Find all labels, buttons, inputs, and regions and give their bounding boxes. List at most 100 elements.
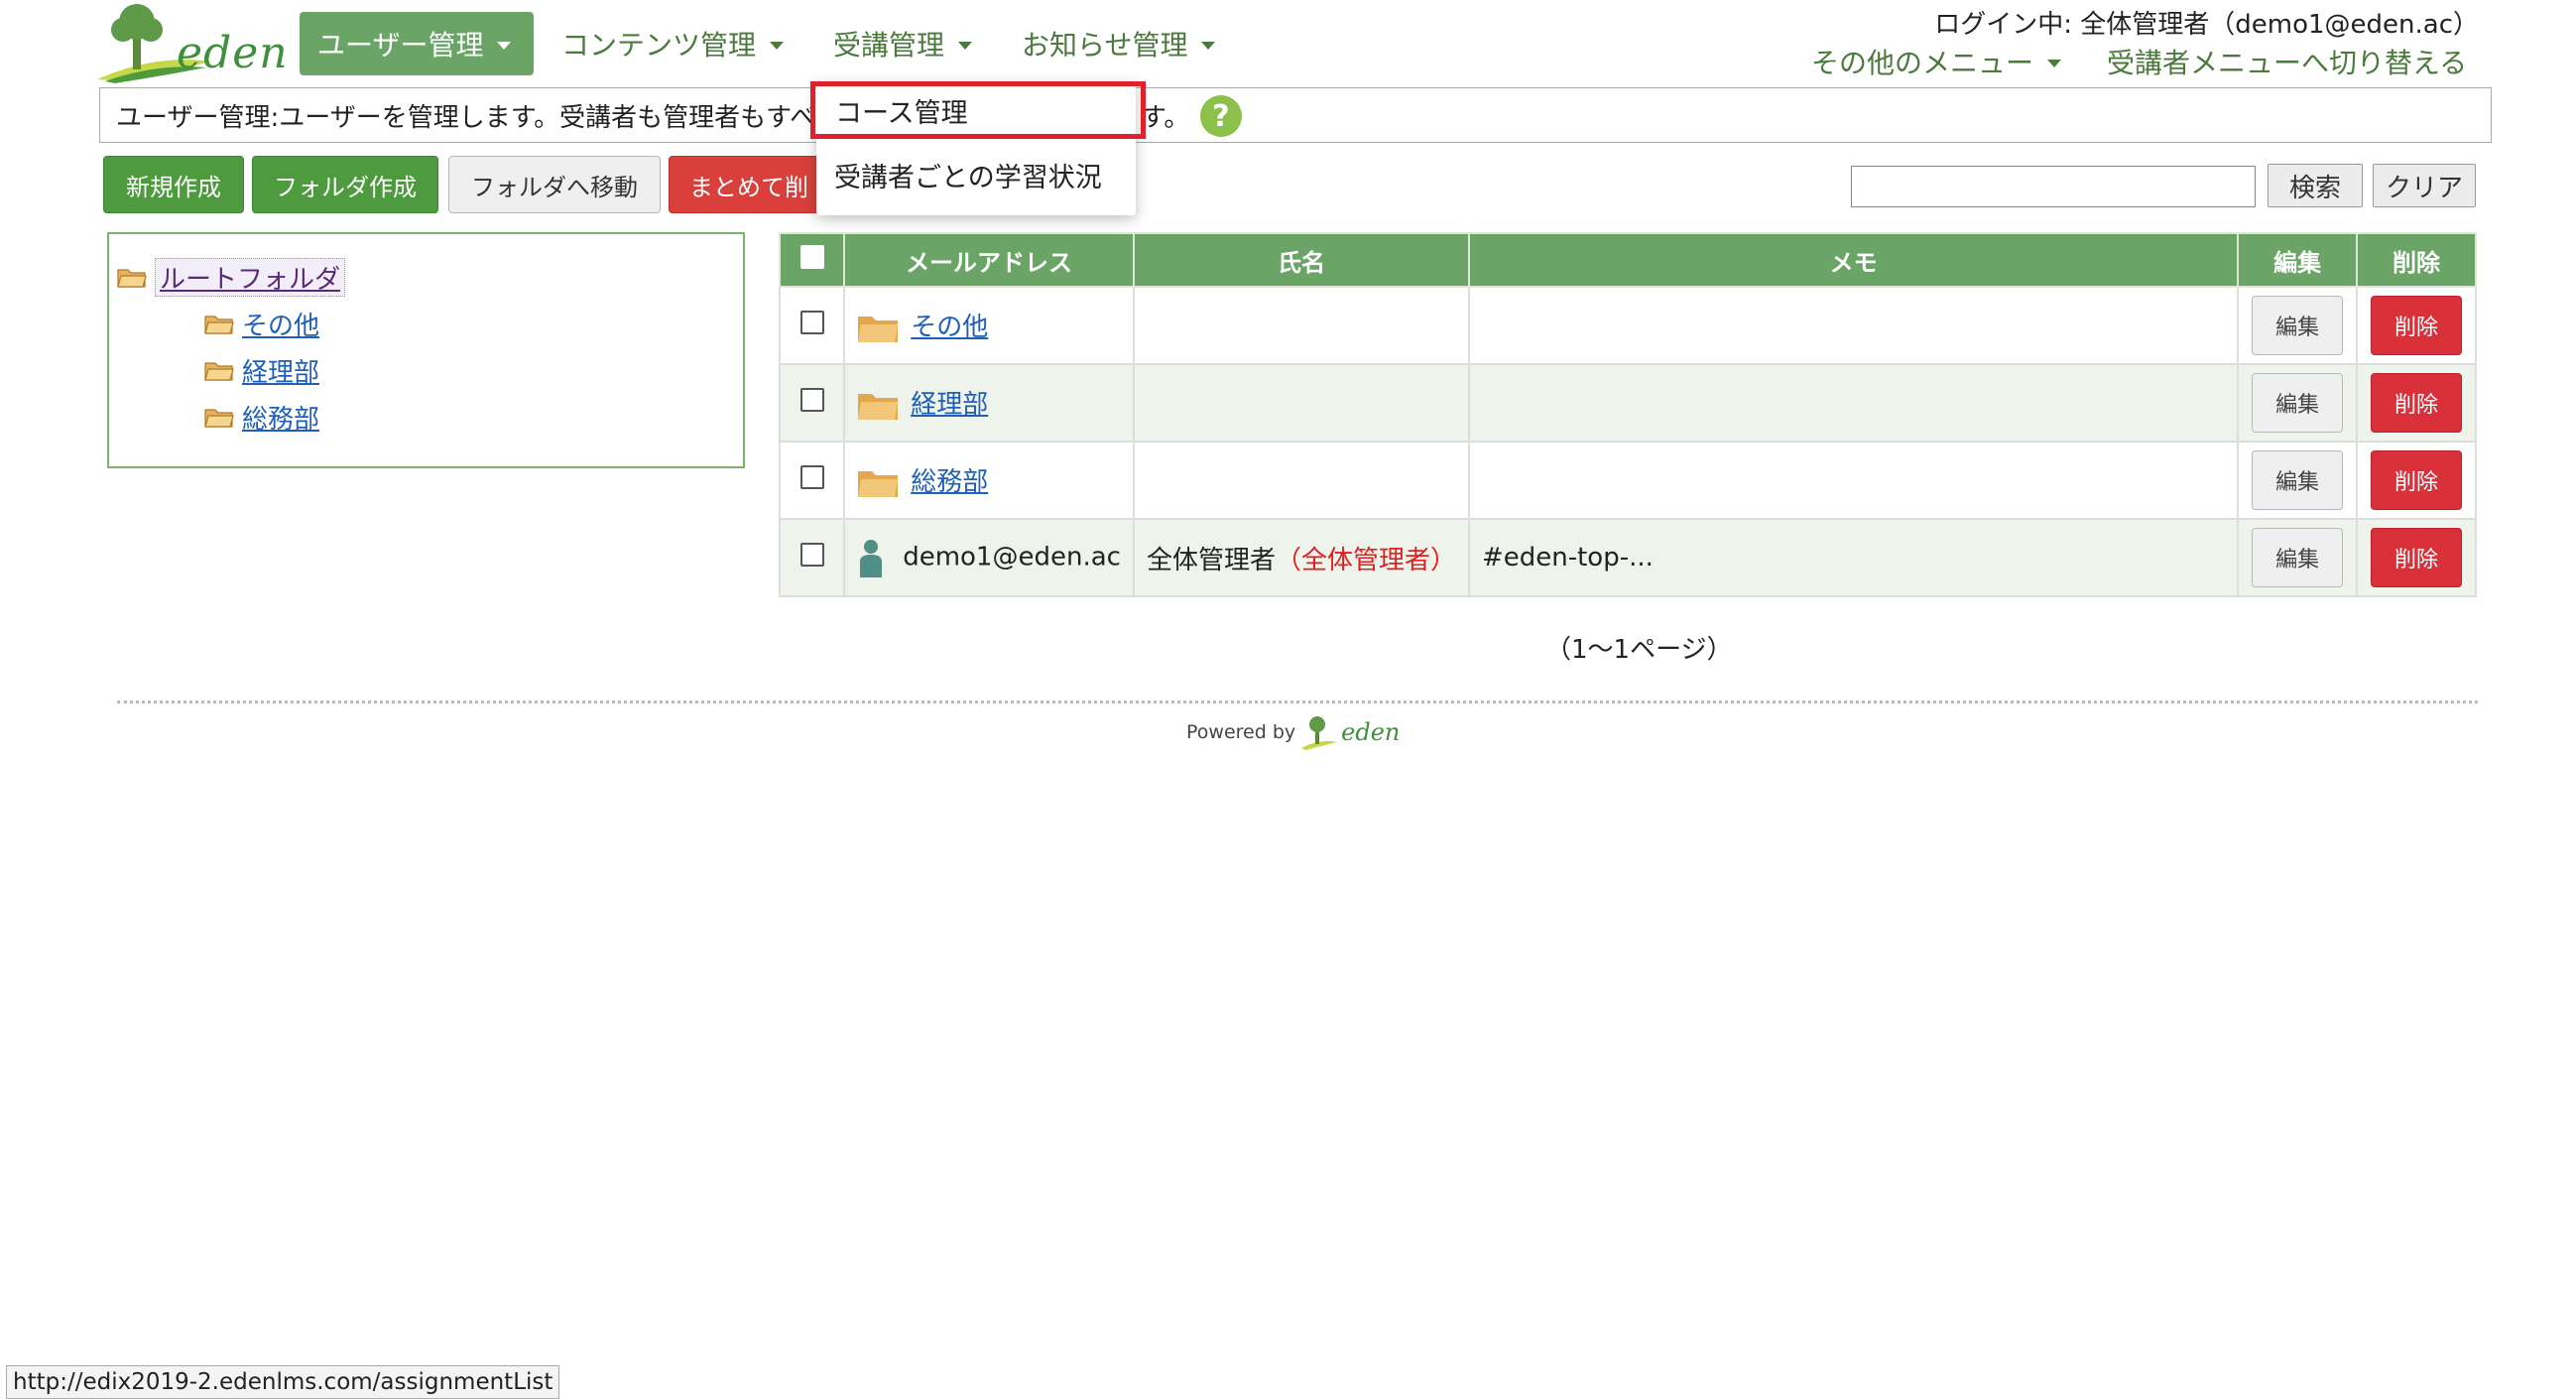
nav-label: ユーザー管理 bbox=[317, 29, 484, 62]
powered-by-logo-text: eden bbox=[1341, 718, 1401, 746]
chevron-down-icon bbox=[770, 42, 785, 50]
nav-course-management[interactable]: 受講管理 bbox=[815, 12, 990, 75]
memo-cell: #eden-top-... bbox=[1467, 518, 2240, 597]
header-memo[interactable]: メモ bbox=[1467, 232, 2240, 288]
edit-button[interactable]: 編集 bbox=[2252, 528, 2344, 587]
help-icon[interactable]: ? bbox=[1200, 95, 1242, 137]
delete-cell: 削除 bbox=[2356, 441, 2477, 520]
tree-item-general-affairs[interactable]: 総務部 bbox=[204, 399, 319, 436]
delete-button[interactable]: 削除 bbox=[2371, 296, 2463, 355]
folder-open-icon bbox=[204, 315, 234, 334]
chevron-down-icon bbox=[958, 42, 973, 50]
footer-divider bbox=[117, 700, 2478, 703]
new-button[interactable]: 新規作成 bbox=[103, 156, 244, 213]
name-cell: 全体管理者（全体管理者） bbox=[1132, 518, 1470, 597]
name-cell bbox=[1132, 441, 1470, 520]
header-email[interactable]: メールアドレス bbox=[843, 232, 1135, 288]
course-management-dropdown: コース管理 受講者ごとの学習状況 bbox=[810, 81, 1146, 215]
row-checkbox[interactable] bbox=[799, 464, 824, 489]
select-all-checkbox[interactable] bbox=[799, 245, 824, 269]
browser-status-url: http://edix2019-2.edenlms.com/assignment… bbox=[6, 1365, 560, 1399]
memo-cell bbox=[1467, 441, 2240, 520]
logo-text: eden bbox=[177, 28, 289, 78]
edit-button[interactable]: 編集 bbox=[2252, 450, 2344, 510]
dropdown-item-learning-status[interactable]: 受講者ごとの学習状況 bbox=[816, 147, 1136, 202]
table-row: 総務部 編集 削除 bbox=[778, 441, 2477, 520]
switch-menu-label: 受講者メニューへ切り替える bbox=[2107, 47, 2468, 79]
email-cell: 総務部 bbox=[843, 441, 1135, 520]
select-all-cell bbox=[778, 232, 846, 288]
login-user: 全体管理者（demo1@eden.ac） bbox=[2080, 10, 2479, 40]
folder-icon bbox=[858, 316, 899, 342]
tree-item-link[interactable]: 経理部 bbox=[242, 352, 319, 389]
nav-notice-management[interactable]: お知らせ管理 bbox=[1004, 12, 1233, 75]
delete-button[interactable]: 削除 bbox=[2371, 450, 2463, 510]
user-memo: #eden-top-... bbox=[1481, 543, 1654, 572]
edit-cell: 編集 bbox=[2237, 441, 2359, 520]
row-select-cell bbox=[778, 441, 846, 520]
login-label: ログイン中: bbox=[1934, 10, 2072, 40]
email-cell: demo1@eden.ac bbox=[843, 518, 1135, 597]
chevron-down-icon bbox=[497, 42, 512, 50]
move-to-folder-button[interactable]: フォルダへ移動 bbox=[448, 156, 661, 213]
row-checkbox[interactable] bbox=[799, 310, 824, 334]
delete-cell: 削除 bbox=[2356, 286, 2477, 365]
name-cell bbox=[1132, 363, 1470, 443]
header-name[interactable]: 氏名 bbox=[1132, 232, 1470, 288]
row-checkbox[interactable] bbox=[799, 387, 824, 412]
table-row: demo1@eden.ac 全体管理者（全体管理者） #eden-top-...… bbox=[778, 518, 2477, 597]
user-name: 全体管理者 bbox=[1146, 545, 1276, 575]
eden-logo[interactable]: eden bbox=[95, 2, 288, 83]
login-status: ログイン中: 全体管理者（demo1@eden.ac） bbox=[1934, 4, 2479, 41]
folder-tree: ルートフォルダ その他 経理部 総務部 bbox=[107, 232, 745, 468]
other-menu-link[interactable]: その他のメニュー bbox=[1811, 42, 2062, 81]
other-menu-label: その他のメニュー bbox=[1811, 47, 2034, 79]
user-role: （全体管理者） bbox=[1275, 545, 1456, 575]
memo-cell bbox=[1467, 363, 2240, 443]
nav-label: お知らせ管理 bbox=[1022, 29, 1188, 62]
bulk-delete-button[interactable]: まとめて削 bbox=[669, 156, 827, 213]
email-cell: 経理部 bbox=[843, 363, 1135, 443]
dropdown-item-course-management[interactable]: コース管理 bbox=[810, 81, 1146, 139]
nav-label: 受講管理 bbox=[833, 29, 945, 62]
folder-open-icon bbox=[117, 268, 147, 288]
delete-button[interactable]: 削除 bbox=[2371, 528, 2463, 587]
folder-link[interactable]: 経理部 bbox=[911, 390, 988, 420]
tree-item-other[interactable]: その他 bbox=[204, 306, 319, 342]
name-cell bbox=[1132, 286, 1470, 365]
folder-link[interactable]: その他 bbox=[911, 313, 988, 342]
edit-button[interactable]: 編集 bbox=[2252, 296, 2344, 355]
delete-cell: 削除 bbox=[2356, 363, 2477, 443]
folder-link[interactable]: 総務部 bbox=[911, 467, 988, 497]
delete-button[interactable]: 削除 bbox=[2371, 373, 2463, 433]
nav-user-management[interactable]: ユーザー管理 bbox=[300, 12, 534, 75]
tree-item-link[interactable]: 総務部 bbox=[242, 399, 319, 436]
search-button[interactable]: 検索 bbox=[2268, 164, 2363, 207]
chevron-down-icon bbox=[1201, 42, 1216, 50]
edit-cell: 編集 bbox=[2237, 363, 2359, 443]
email-cell: その他 bbox=[843, 286, 1135, 365]
nav-label: コンテンツ管理 bbox=[561, 29, 757, 62]
nav-content-management[interactable]: コンテンツ管理 bbox=[544, 12, 801, 75]
tree-root-link[interactable]: ルートフォルダ bbox=[160, 265, 340, 295]
description-bar: ユーザー管理:ユーザーを管理します。受講者も管理者もすべ bbox=[99, 87, 2492, 143]
person-icon bbox=[860, 540, 883, 577]
tree-logo-icon bbox=[1301, 716, 1338, 750]
folder-icon bbox=[858, 470, 899, 497]
search-input[interactable] bbox=[1851, 166, 2256, 207]
row-checkbox[interactable] bbox=[799, 542, 824, 567]
tree-root-row[interactable]: ルートフォルダ bbox=[117, 258, 346, 297]
powered-by: Powered by eden bbox=[1186, 714, 1400, 750]
row-select-cell bbox=[778, 363, 846, 443]
row-select-cell bbox=[778, 518, 846, 597]
delete-cell: 削除 bbox=[2356, 518, 2477, 597]
pagination-text: （1〜1ページ） bbox=[1545, 635, 1733, 665]
tree-item-accounting[interactable]: 経理部 bbox=[204, 352, 319, 389]
clear-button[interactable]: クリア bbox=[2373, 164, 2476, 207]
description-tail: す。 bbox=[1141, 103, 1190, 133]
table-row: その他 編集 削除 bbox=[778, 286, 2477, 365]
edit-button[interactable]: 編集 bbox=[2252, 373, 2344, 433]
new-folder-button[interactable]: フォルダ作成 bbox=[252, 156, 438, 213]
switch-to-learner-link[interactable]: 受講者メニューへ切り替える bbox=[2107, 42, 2467, 81]
tree-item-link[interactable]: その他 bbox=[242, 306, 319, 342]
